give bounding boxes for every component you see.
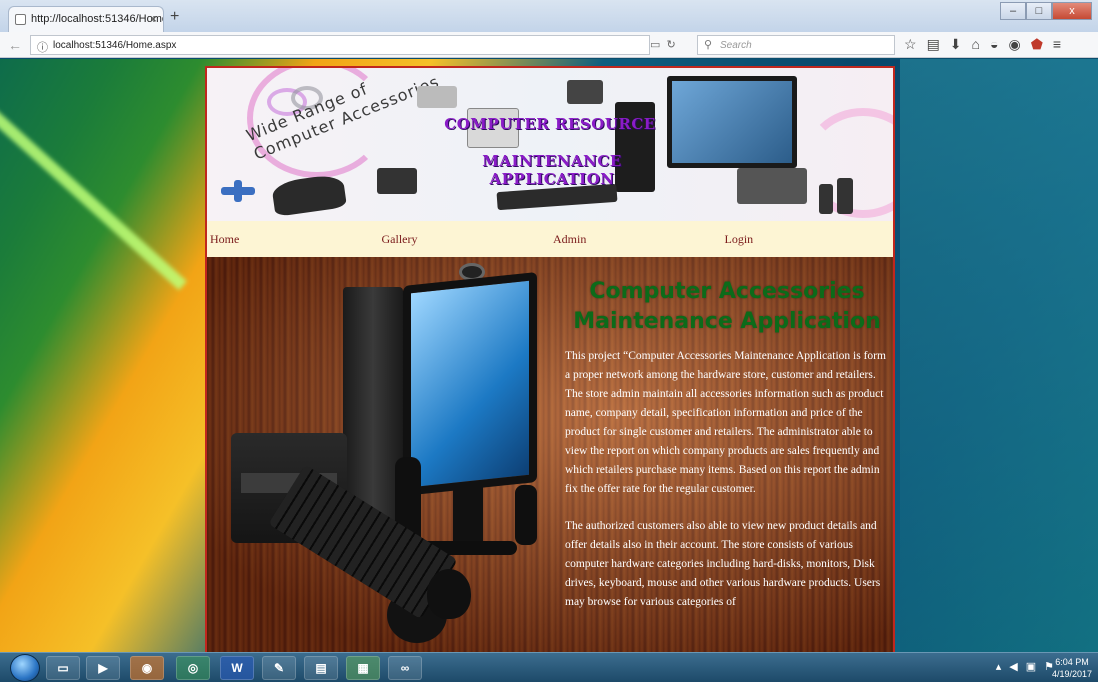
wallpaper-streak: [0, 80, 187, 291]
pocket-icon[interactable]: ◒: [990, 36, 998, 53]
bookmark-star-icon[interactable]: ☆: [904, 36, 917, 53]
content-title: Computer Accessories Maintenance Applica…: [562, 277, 892, 337]
monitor-stand: [453, 487, 483, 543]
bookmarks-library-icon[interactable]: ▤: [927, 36, 940, 53]
search-placeholder: Search: [720, 40, 752, 51]
browser-navbar: ← ⓘ localhost:51346/Home.aspx ▭ ↻ ⚲ Sear…: [0, 32, 1098, 58]
windows-taskbar: ▭ ▶ ◉ ◎ W ✎ ▤ ▦ ∞ ▴ ◀ ▣ ⚑ 6:04 PM 4/19/2…: [0, 652, 1098, 682]
search-input[interactable]: ⚲ Search: [697, 35, 895, 55]
web-page: Wide Range of Computer Accessories COMPU…: [205, 66, 895, 652]
description-panel: Computer Accessories Maintenance Applica…: [562, 257, 892, 612]
volume-icon[interactable]: ◀: [1009, 660, 1017, 673]
browser-tab[interactable]: http://localhost:51346/Home.asp ×: [8, 6, 164, 32]
menu-home-link[interactable]: Home: [207, 232, 379, 247]
reader-view-icon[interactable]: ▭: [650, 39, 660, 51]
new-tab-button[interactable]: +: [170, 8, 179, 26]
speaker-image: [819, 184, 833, 214]
home-icon[interactable]: ⌂: [972, 36, 980, 53]
chrome-icon[interactable]: ◎: [176, 656, 210, 680]
addon-icon[interactable]: ◉: [1008, 36, 1020, 53]
visual-studio-icon[interactable]: ∞: [388, 656, 422, 680]
pc-monitor: [403, 271, 537, 497]
close-tab-icon[interactable]: ×: [150, 12, 157, 26]
shield-icon[interactable]: ⬟: [1031, 36, 1043, 53]
header-banner: Wide Range of Computer Accessories COMPU…: [207, 68, 893, 221]
projector-image: [417, 86, 457, 108]
content-title-line-1: Computer Accessories: [589, 279, 865, 304]
banner-title-line-1: COMPUTER RESOURCE: [444, 115, 656, 133]
search-icon: ⚲: [704, 39, 713, 51]
reload-icon[interactable]: ↻: [667, 39, 676, 51]
wallpaper-glow: [900, 59, 1098, 652]
clock[interactable]: 6:04 PM 4/19/2017: [1052, 656, 1092, 680]
minimize-button[interactable]: –: [1000, 2, 1026, 20]
media-player-icon[interactable]: ▶: [86, 656, 120, 680]
system-tray: ▴ ◀ ▣ ⚑: [996, 660, 1054, 673]
network-icon[interactable]: ▣: [1026, 660, 1036, 673]
content-title-line-2: Maintenance Application: [573, 309, 881, 334]
description-paragraph-2: The authorized customers also able to vi…: [565, 520, 881, 608]
browser-titlebar: http://localhost:51346/Home.asp × + – □ …: [0, 0, 1098, 32]
content-section: Computer Accessories Maintenance Applica…: [207, 257, 893, 652]
banner-title-line-2: MAINTENANCE APPLICATION: [482, 152, 622, 188]
project-icon[interactable]: ▦: [346, 656, 380, 680]
explorer-icon[interactable]: ▭: [46, 656, 80, 680]
pc-mouse: [427, 569, 471, 619]
toolbar-icons: ☆ ▤ ⬇ ⌂ ◒ ◉ ⬟ ≡: [904, 36, 1061, 53]
gamepad-cross-image: [221, 180, 255, 202]
window-controls: – □ x: [1000, 2, 1092, 20]
download-icon[interactable]: ⬇: [950, 36, 962, 53]
tab-title: http://localhost:51346/Home.asp: [31, 13, 163, 25]
close-window-button[interactable]: x: [1052, 2, 1092, 20]
menu-icon[interactable]: ≡: [1053, 36, 1061, 53]
maximize-button[interactable]: □: [1026, 2, 1052, 20]
back-arrow-icon[interactable]: ←: [8, 37, 22, 53]
pc-speaker: [515, 485, 537, 545]
menu-gallery-link[interactable]: Gallery: [379, 232, 551, 247]
word-icon[interactable]: W: [220, 656, 254, 680]
menu-login-link[interactable]: Login: [722, 232, 894, 247]
clock-time: 6:04 PM: [1055, 657, 1089, 667]
clock-date: 4/19/2017: [1051, 669, 1092, 679]
firefox-icon[interactable]: ◉: [130, 656, 164, 680]
paint-icon[interactable]: ✎: [262, 656, 296, 680]
laptop-image: [737, 168, 807, 204]
info-icon[interactable]: ⓘ: [37, 39, 48, 55]
url-actions: ▭ ↻: [650, 38, 676, 51]
url-bar[interactable]: ⓘ localhost:51346/Home.aspx: [30, 35, 650, 55]
description-paragraph-1: This project “Computer Accessories Maint…: [565, 350, 886, 495]
tray-arrow-icon[interactable]: ▴: [996, 660, 1002, 673]
cooling-pad-image: [270, 173, 348, 217]
menu-admin-link[interactable]: Admin: [550, 232, 722, 247]
url-text: localhost:51346/Home.aspx: [53, 40, 177, 51]
joystick-image: [377, 168, 417, 194]
computer-setup-image: [207, 257, 567, 652]
router-image: [567, 80, 603, 104]
page-icon: [15, 14, 26, 25]
main-menu: Home Gallery Admin Login: [207, 221, 893, 257]
start-button[interactable]: [10, 654, 40, 682]
speaker-image: [837, 178, 853, 214]
products-collage: [367, 72, 887, 218]
notes-icon[interactable]: ▤: [304, 656, 338, 680]
